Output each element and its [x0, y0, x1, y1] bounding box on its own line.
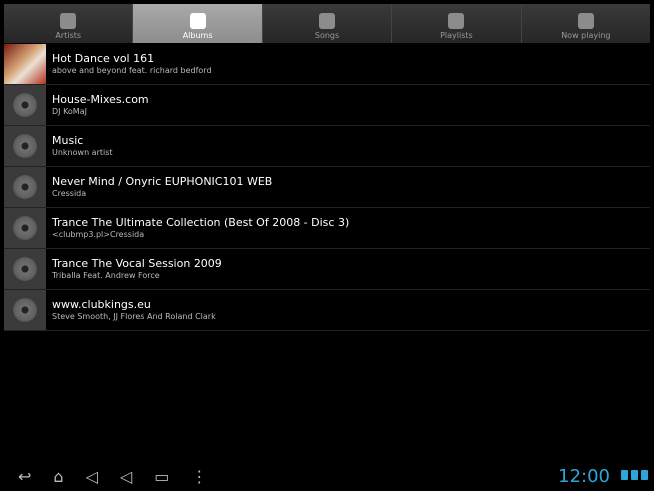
music-note-icon: [319, 13, 336, 29]
album-title: Trance The Vocal Session 2009: [52, 256, 222, 270]
album-artist: Cressida: [52, 188, 87, 198]
back-icon[interactable]: ↩: [18, 467, 31, 486]
album-art: [4, 85, 46, 125]
playlist-icon: [448, 13, 465, 29]
volume-down-icon[interactable]: ◁: [86, 467, 98, 486]
tab-songs[interactable]: Songs: [262, 4, 393, 43]
album-title: www.clubkings.eu: [52, 297, 151, 311]
album-title: Trance The Ultimate Collection (Best Of …: [52, 215, 350, 229]
disc-icon: [12, 92, 38, 118]
album-disc-icon: [189, 13, 206, 29]
tab-songs-label: Songs: [314, 31, 340, 40]
album-artist: <clubmp3.pl>Cressida: [52, 229, 145, 239]
tab-artists-label: Artists: [55, 31, 81, 40]
signal-icon: [631, 470, 638, 480]
system-bar: ↩ ⌂ ◁ ◁ ▭ ⋮ 12:00: [0, 461, 654, 491]
menu-icon[interactable]: ⋮: [191, 467, 207, 486]
disc-icon: [12, 297, 38, 323]
album-title: Never Mind / Onyric EUPHONIC101 WEB: [52, 174, 273, 188]
album-artist: DJ KoMaJ: [52, 106, 87, 116]
tab-bar: Artists Albums Songs Playlists Now playi…: [4, 4, 651, 43]
album-artist: Triballa Feat. Andrew Force: [52, 270, 160, 280]
album-row[interactable]: Music Unknown artist: [4, 126, 650, 167]
album-title: House-Mixes.com: [52, 92, 149, 106]
album-row[interactable]: Trance The Ultimate Collection (Best Of …: [4, 208, 650, 249]
album-art: [4, 290, 46, 330]
album-row[interactable]: Hot Dance vol 161 above and beyond feat. …: [4, 44, 650, 85]
album-title: Hot Dance vol 161: [52, 51, 155, 65]
album-art: [4, 208, 46, 248]
disc-icon: [12, 215, 38, 241]
album-art: [4, 44, 46, 84]
album-row[interactable]: Never Mind / Onyric EUPHONIC101 WEB Cress…: [4, 167, 650, 208]
tab-playlists-label: Playlists: [440, 31, 473, 40]
disc-icon: [12, 133, 38, 159]
album-artist: Steve Smooth, JJ Flores And Roland Clark: [52, 311, 216, 321]
disc-icon: [12, 174, 38, 200]
clock: 12:00: [558, 466, 610, 487]
home-icon[interactable]: ⌂: [53, 467, 63, 486]
album-art: [4, 167, 46, 207]
microphone-icon: [60, 13, 77, 29]
tab-albums[interactable]: Albums: [133, 4, 263, 43]
tab-now-playing-label: Now playing: [561, 31, 611, 40]
recent-apps-icon[interactable]: ▭: [154, 467, 169, 486]
album-artist: above and beyond feat. richard bedford: [52, 65, 212, 75]
tab-albums-label: Albums: [182, 31, 213, 40]
wifi-icon: [621, 470, 628, 480]
album-title: Music: [52, 133, 84, 147]
album-artist: Unknown artist: [52, 147, 113, 157]
album-art: [4, 249, 46, 289]
album-row[interactable]: House-Mixes.com DJ KoMaJ: [4, 85, 650, 126]
volume-up-icon[interactable]: ◁: [120, 467, 132, 486]
album-row[interactable]: www.clubkings.eu Steve Smooth, JJ Flores …: [4, 290, 650, 331]
album-art: [4, 126, 46, 166]
tab-now-playing[interactable]: Now playing: [521, 4, 651, 43]
now-playing-icon: [577, 13, 594, 29]
tab-playlists[interactable]: Playlists: [392, 4, 522, 43]
battery-icon: [641, 470, 648, 480]
disc-icon: [12, 256, 38, 282]
tab-artists[interactable]: Artists: [4, 4, 134, 43]
album-row[interactable]: Trance The Vocal Session 2009 Triballa Fe…: [4, 249, 650, 290]
album-list: Hot Dance vol 161 above and beyond feat. …: [4, 44, 650, 331]
